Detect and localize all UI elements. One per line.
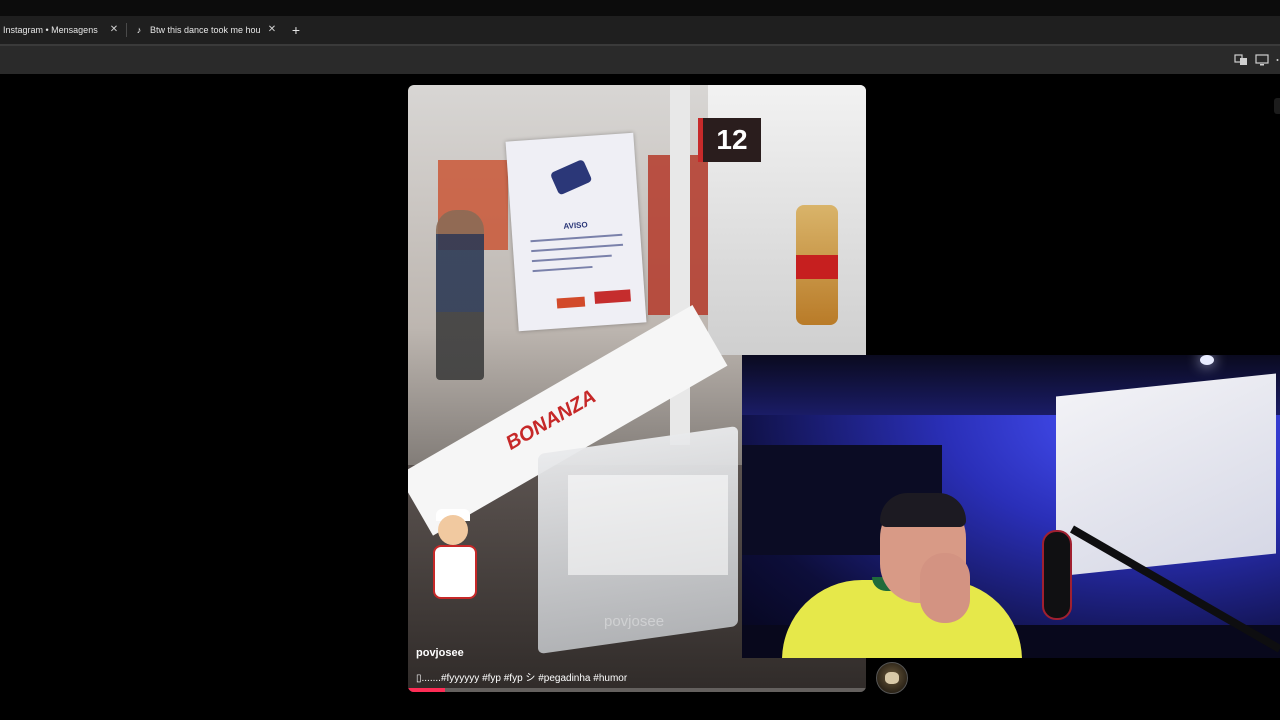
video-watermark: povjosee bbox=[604, 613, 665, 630]
window-titlebar bbox=[0, 0, 1280, 16]
sign-text-line bbox=[532, 265, 593, 273]
sign-text-line bbox=[530, 233, 623, 243]
microphone bbox=[1042, 530, 1072, 620]
store-mascot bbox=[428, 509, 478, 605]
tab-divider bbox=[126, 23, 127, 37]
video-scene-person bbox=[436, 210, 484, 380]
avatar-face bbox=[885, 672, 899, 684]
store-brand-text: BONANZA bbox=[502, 385, 600, 455]
tab-strip: Instagram • Mensagens ✕ ♪ Btw this dance… bbox=[0, 16, 1280, 44]
video-progress-bar[interactable] bbox=[408, 688, 866, 692]
webcam-backdrop-screen bbox=[1056, 373, 1276, 577]
sign-text-line bbox=[531, 243, 624, 253]
sign-text-line bbox=[531, 254, 612, 263]
video-caption: ▯.......#fyyyyyy #fyp #fyp シ #pegadinha … bbox=[416, 673, 628, 684]
tab-label: Btw this dance took me hours t bbox=[150, 25, 260, 35]
tiktok-icon: ♪ bbox=[136, 25, 142, 35]
more-icon[interactable] bbox=[1275, 54, 1280, 66]
video-author-username[interactable]: povjosee bbox=[416, 647, 464, 659]
sign-logo bbox=[594, 289, 631, 304]
streamer-hand bbox=[920, 553, 970, 623]
video-progress-fill bbox=[408, 688, 445, 692]
tab-tiktok-video[interactable]: ♪ Btw this dance took me hours t ✕ bbox=[128, 16, 283, 44]
streamer-hair bbox=[880, 493, 966, 527]
creator-avatar[interactable] bbox=[876, 662, 908, 694]
new-tab-button[interactable]: + bbox=[289, 23, 303, 38]
tab-label: Instagram • Mensagens bbox=[3, 25, 98, 35]
streamer-webcam-overlay bbox=[742, 355, 1280, 658]
close-icon[interactable]: ✕ bbox=[108, 24, 120, 36]
streamer bbox=[782, 493, 1032, 658]
cast-icon[interactable] bbox=[1255, 54, 1269, 66]
checkout-number-sign: 12 bbox=[698, 118, 761, 162]
sign-logo bbox=[556, 296, 586, 309]
tab-instagram-messages[interactable]: Instagram • Mensagens ✕ bbox=[0, 16, 125, 44]
beer-label bbox=[796, 255, 838, 279]
mascot-body bbox=[433, 545, 477, 599]
webcam-ceiling-light bbox=[1200, 355, 1214, 365]
side-panel-handle[interactable] bbox=[1274, 98, 1280, 114]
close-icon[interactable]: ✕ bbox=[266, 24, 278, 36]
aviso-notice-sign: AVISO bbox=[505, 132, 647, 332]
aviso-title: AVISO bbox=[563, 220, 588, 231]
mascot-head bbox=[438, 515, 468, 545]
camera-icon bbox=[549, 158, 593, 196]
translate-icon[interactable] bbox=[1234, 54, 1248, 66]
browser-toolbar bbox=[0, 44, 1280, 74]
video-scene-beer-ad bbox=[796, 205, 838, 325]
video-scene-bag bbox=[568, 475, 728, 575]
